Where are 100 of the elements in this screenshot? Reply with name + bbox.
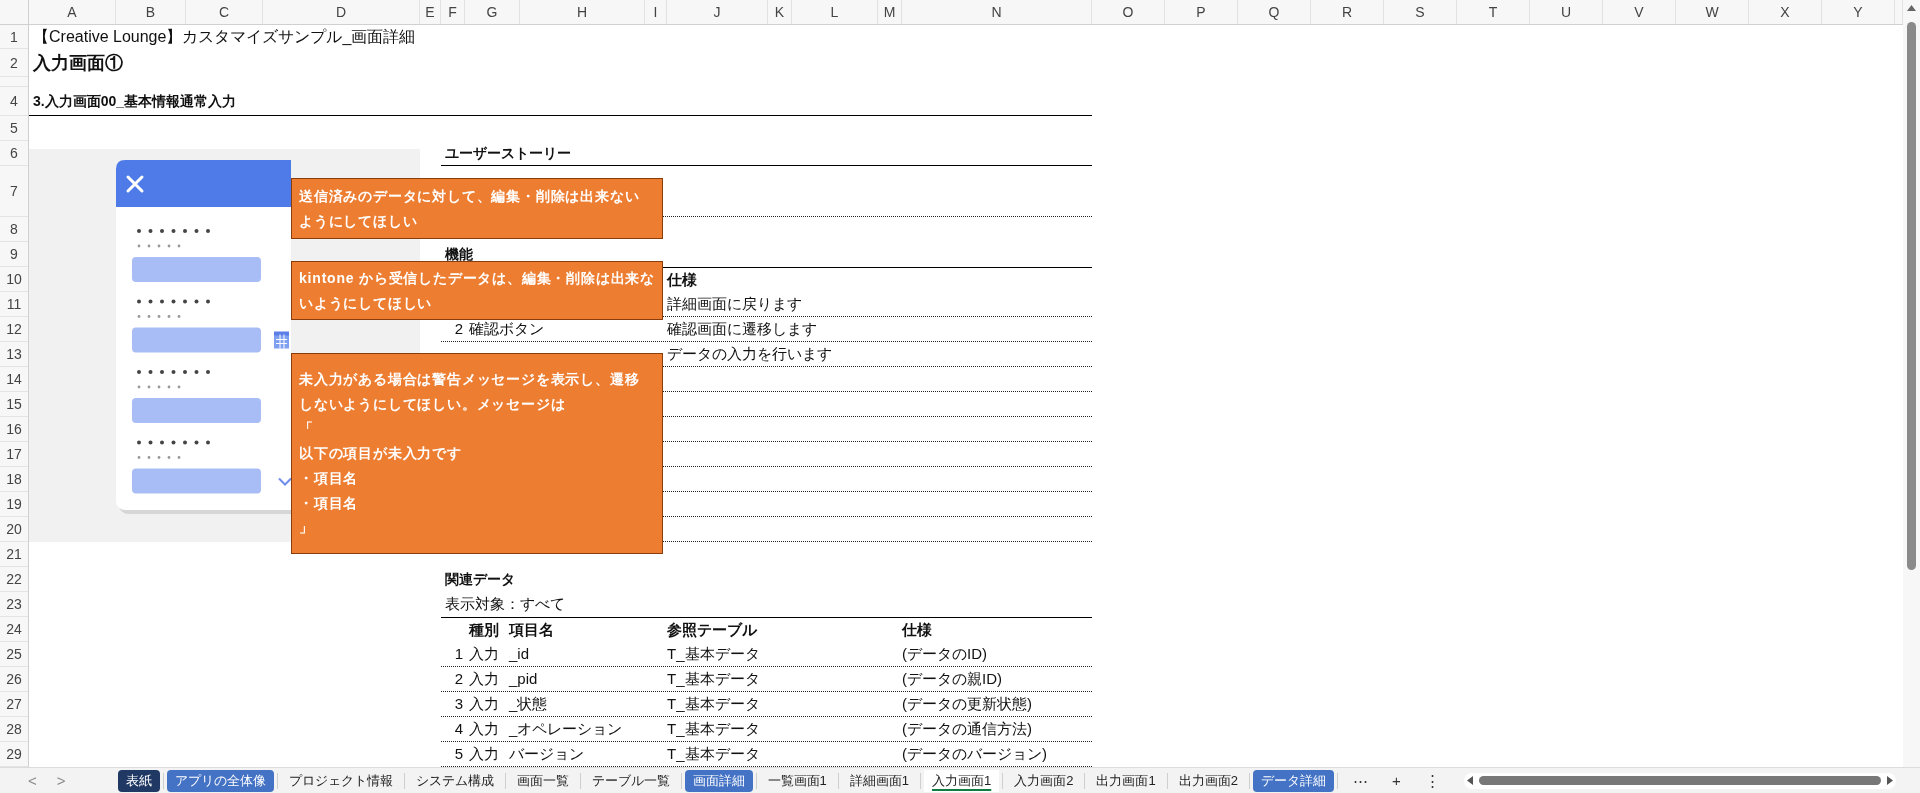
column-header[interactable]: I	[653, 4, 658, 20]
table-cell-text: (データの通信方法)	[902, 718, 1032, 739]
sheet-tab[interactable]: 詳細画面1	[841, 769, 917, 792]
column-header[interactable]: Q	[1268, 4, 1280, 20]
column-header[interactable]: J	[713, 4, 721, 20]
table-cell-text: T_基本データ	[667, 668, 761, 689]
row-header[interactable]: 11	[6, 297, 22, 311]
column-header[interactable]: O	[1122, 4, 1134, 20]
sheet-tab[interactable]: データ詳細	[1252, 769, 1334, 792]
column-header: 項目名	[509, 619, 555, 640]
sheet-tab[interactable]: システム構成	[407, 769, 502, 792]
row-header[interactable]: 17	[6, 447, 22, 461]
column-header: 種別	[469, 619, 500, 640]
row-header[interactable]: 16	[6, 422, 22, 436]
column-header[interactable]: V	[1634, 4, 1644, 20]
row-header[interactable]: 15	[6, 397, 22, 411]
more-sheets-button[interactable]: ⋯	[1340, 770, 1380, 791]
row-header[interactable]: 22	[6, 572, 22, 586]
row-header[interactable]: 27	[6, 697, 22, 711]
callout-text: kintone から受信したデータは、編集・削除は出来ないようにしてほしい	[299, 268, 657, 313]
section-title: 3.入力画面00_基本情報通常入力	[33, 91, 237, 111]
row-header[interactable]: 10	[6, 272, 22, 286]
table-cell-text: 4	[453, 718, 463, 739]
callout-text: ・項目名	[299, 468, 360, 488]
scroll-up-icon[interactable]	[1907, 5, 1916, 11]
column-header[interactable]: L	[830, 4, 839, 20]
vertical-scrollbar[interactable]	[1903, 0, 1920, 767]
sheet-tab[interactable]: 画面一覧	[508, 769, 577, 792]
row-header[interactable]: 23	[6, 597, 22, 611]
column-header[interactable]: K	[774, 4, 785, 20]
row-header[interactable]: 20	[6, 522, 22, 536]
row-header[interactable]: 25	[6, 647, 22, 661]
column-header: 参照テーブル	[667, 619, 758, 640]
row-header[interactable]: 2	[10, 55, 18, 70]
column-header[interactable]: F	[448, 4, 457, 20]
table-cell-text: 入力	[469, 743, 500, 764]
page-heading: 入力画面①	[32, 51, 124, 75]
sheet-tab[interactable]: 出力画面2	[1170, 769, 1246, 792]
row-header[interactable]: 14	[6, 372, 22, 386]
sheet-tab[interactable]: 画面詳細	[684, 769, 753, 792]
column-header[interactable]: B	[145, 4, 156, 20]
sheet-tab[interactable]: 入力画面1	[924, 769, 1000, 792]
filter-label: 表示対象：すべて	[445, 594, 565, 615]
horizontal-scrollbar[interactable]	[1463, 772, 1896, 789]
column-header[interactable]: W	[1705, 4, 1719, 20]
column-header[interactable]: A	[67, 4, 77, 20]
row-header[interactable]: 9	[10, 247, 18, 261]
options-button[interactable]: ⋮	[1412, 770, 1452, 791]
table-cell-text: (データの親ID)	[902, 668, 1002, 689]
column-header[interactable]: X	[1780, 4, 1790, 20]
table-cell-text: (データのバージョン)	[902, 743, 1047, 764]
sheet-tab[interactable]: アプリの全体像	[166, 769, 274, 792]
table-cell-text: 3	[453, 693, 463, 714]
column-header[interactable]: N	[991, 4, 1002, 20]
row-header[interactable]: 12	[6, 322, 22, 336]
callout-text: 「	[299, 419, 315, 439]
column-header[interactable]: E	[425, 4, 435, 20]
row-header[interactable]: 18	[6, 472, 22, 486]
table-cell-text: T_基本データ	[667, 643, 761, 664]
column-header[interactable]: H	[576, 4, 588, 20]
column-header[interactable]: S	[1415, 4, 1425, 20]
scroll-left-icon[interactable]	[1466, 776, 1473, 785]
column-header[interactable]: U	[1560, 4, 1572, 20]
row-header[interactable]: 6	[10, 146, 18, 160]
table-cell-text: _pid	[509, 668, 539, 689]
scroll-right-icon[interactable]	[1887, 776, 1893, 785]
row-header[interactable]: 24	[6, 622, 22, 636]
sheet-tab[interactable]: 入力画面2	[1006, 769, 1082, 792]
callout-text: ・項目名	[299, 493, 360, 513]
column-header[interactable]: G	[486, 4, 498, 20]
column-header[interactable]: M	[883, 4, 896, 20]
table-cell-text: (データの更新状態)	[902, 693, 1032, 714]
sheet-tab[interactable]: 表紙	[117, 769, 160, 792]
scrollbar-thumb[interactable]	[1907, 22, 1916, 570]
row-header[interactable]: 7	[10, 184, 18, 198]
column-header[interactable]: D	[335, 4, 347, 20]
row-header[interactable]: 26	[6, 672, 22, 686]
table-cell-text: 2	[453, 318, 463, 339]
row-header[interactable]: 4	[10, 94, 18, 108]
sheet-tab[interactable]: 出力画面1	[1088, 769, 1164, 792]
add-sheet-button[interactable]: +	[1379, 770, 1413, 791]
sheet-tab[interactable]: 一覧画面1	[759, 769, 835, 792]
row-header[interactable]: 28	[6, 722, 22, 736]
sheet-tab[interactable]: プロジェクト情報	[280, 769, 401, 792]
row-header[interactable]: 8	[10, 222, 18, 236]
sheet-tab[interactable]: テーブル一覧	[583, 769, 678, 792]
scrollbar-thumb[interactable]	[1478, 776, 1881, 785]
row-header[interactable]: 13	[6, 347, 22, 361]
row-header[interactable]: 19	[6, 497, 22, 511]
column-header[interactable]: P	[1196, 4, 1206, 20]
table-cell-text: T_基本データ	[667, 718, 761, 739]
row-header[interactable]: 21	[6, 547, 22, 561]
row-header[interactable]: 5	[10, 121, 18, 135]
row-header[interactable]: 1	[10, 29, 18, 44]
column-header[interactable]: C	[218, 4, 230, 20]
row-header[interactable]: 29	[6, 747, 22, 761]
column-header[interactable]: T	[1488, 4, 1498, 20]
column-header[interactable]: R	[1341, 4, 1353, 20]
column-header[interactable]: Y	[1853, 4, 1863, 20]
table-cell-text: 確認ボタン	[469, 318, 545, 339]
